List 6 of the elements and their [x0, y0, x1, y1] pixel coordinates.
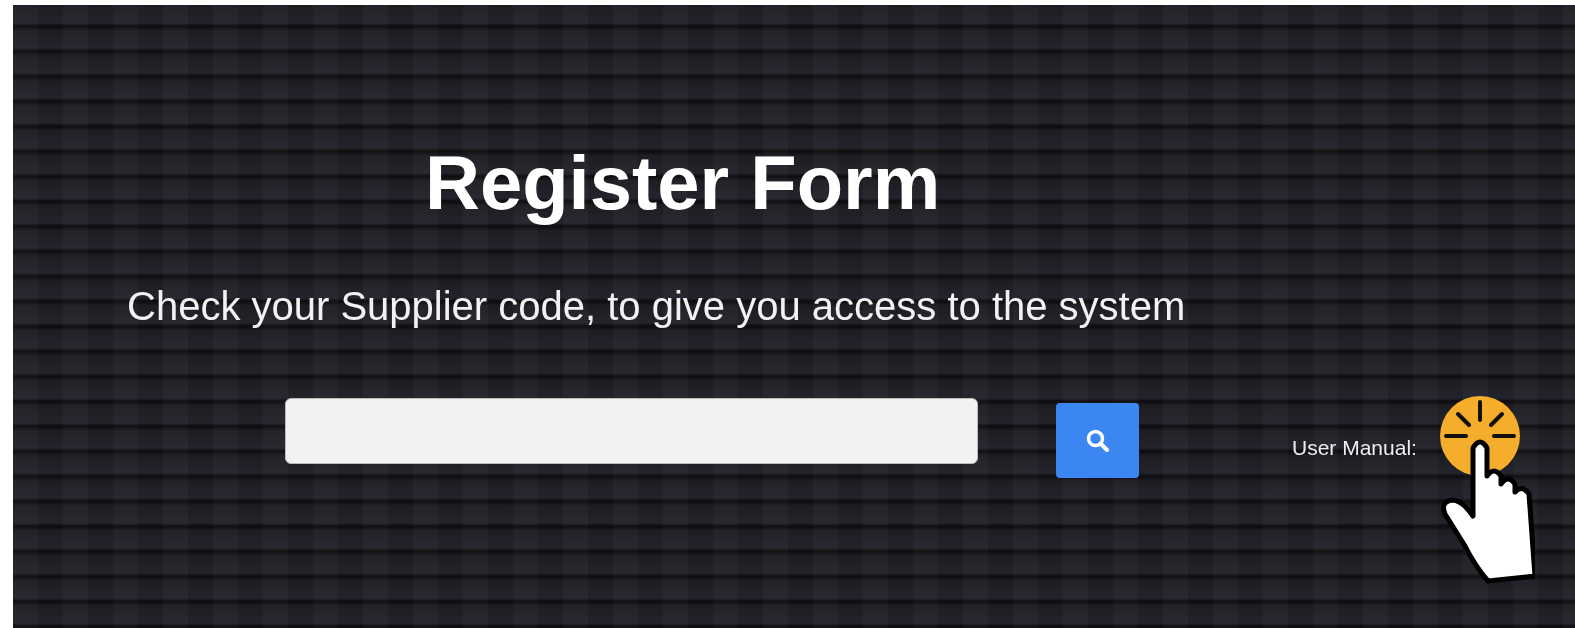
- search-icon: [1084, 427, 1111, 454]
- user-manual-label: User Manual:: [1292, 435, 1417, 461]
- supplier-code-field[interactable]: [285, 398, 978, 464]
- form-subtitle: Check your Supplier code, to give you access to the system: [126, 283, 1187, 326]
- search-button[interactable]: [1056, 403, 1139, 478]
- pointing-hand-icon[interactable]: [1439, 396, 1535, 586]
